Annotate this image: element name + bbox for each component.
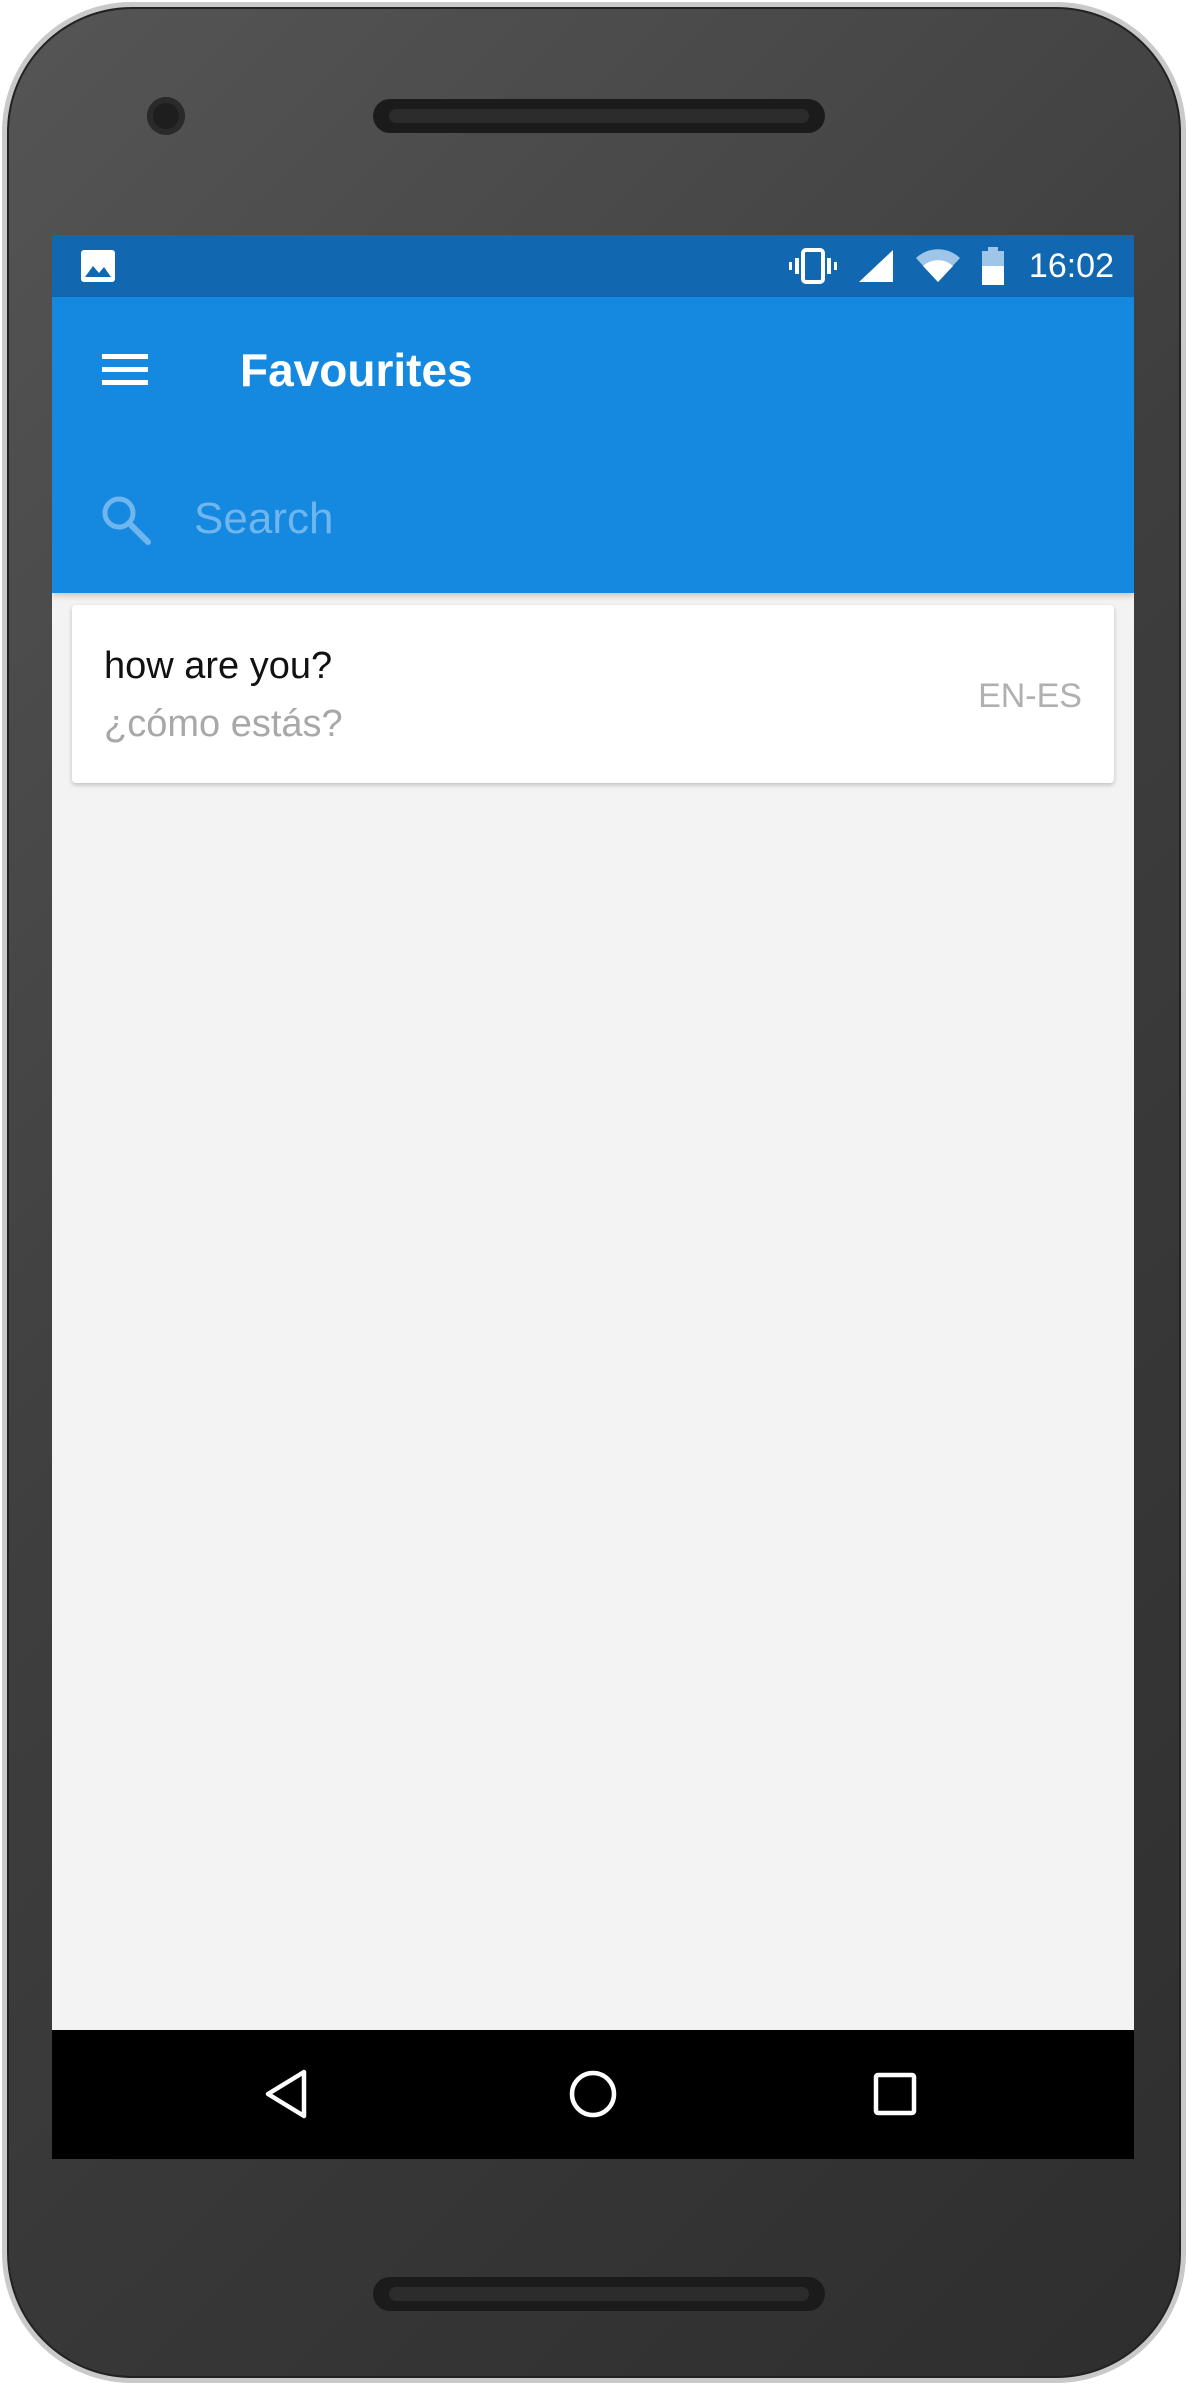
favourite-translation-text: ¿cómo estás?	[104, 703, 343, 745]
vibrate-icon	[788, 248, 837, 284]
search-input[interactable]	[194, 487, 1074, 551]
favourite-card[interactable]: how are you? ¿cómo estás? EN-ES	[72, 605, 1114, 783]
favourite-source-text: how are you?	[104, 645, 333, 687]
status-bar: 16:02	[52, 235, 1134, 297]
cell-signal-icon	[857, 248, 895, 284]
front-camera	[147, 97, 185, 135]
recents-icon[interactable]	[859, 2058, 931, 2130]
hamburger-menu-icon[interactable]	[100, 350, 150, 390]
wifi-icon	[915, 248, 961, 284]
navigation-bar	[52, 2030, 1134, 2159]
back-icon[interactable]	[252, 2058, 324, 2130]
battery-icon	[981, 247, 1005, 285]
app-bar: Favourites	[52, 297, 1134, 593]
phone-screen: 16:02 Favourites how are you? ¿cómo está…	[52, 235, 1134, 2159]
bottom-speaker	[373, 2277, 825, 2311]
status-time: 16:02	[1028, 246, 1114, 285]
search-icon	[98, 492, 154, 548]
top-speaker	[373, 99, 825, 133]
home-icon[interactable]	[557, 2058, 629, 2130]
favourite-language-pair: EN-ES	[978, 677, 1082, 715]
image-notification-icon	[80, 249, 116, 283]
page-title: Favourites	[240, 344, 473, 396]
status-icons: 16:02	[788, 235, 1114, 297]
